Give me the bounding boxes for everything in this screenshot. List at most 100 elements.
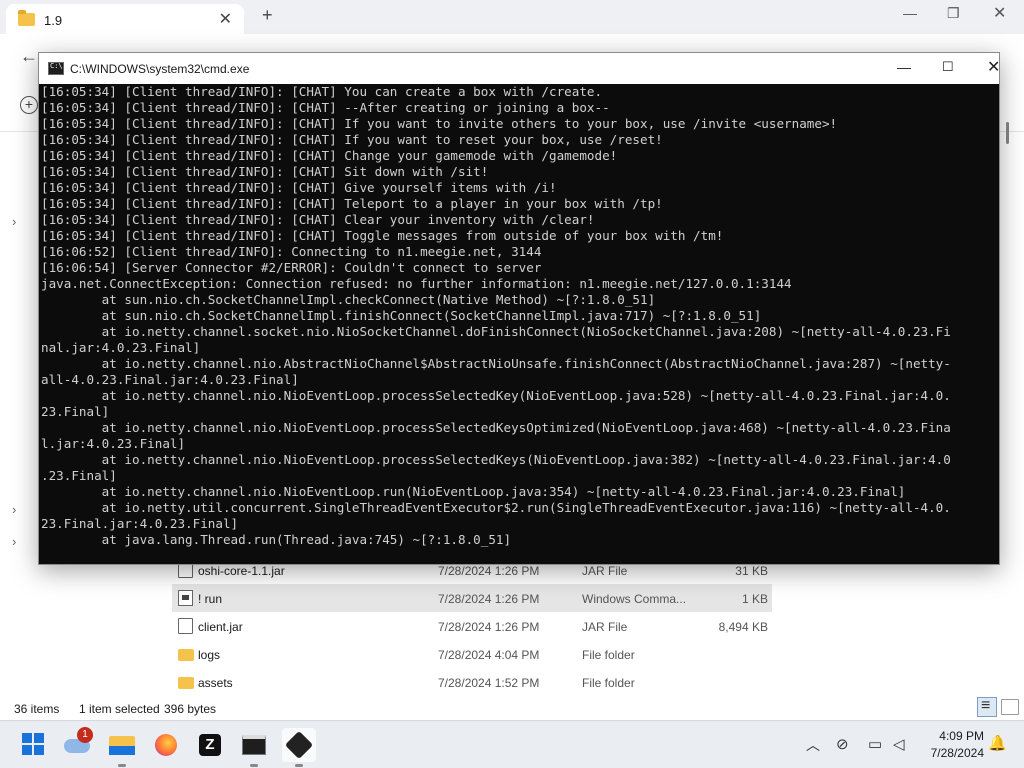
notification-bell-icon[interactable]: 🔔 xyxy=(988,734,1007,752)
console-lines: [16:05:34] [Client thread/INFO]: [CHAT] … xyxy=(41,84,1001,548)
tab-title: 1.9 xyxy=(44,13,63,28)
zed-icon: Z xyxy=(199,734,221,756)
file-date: 7/28/2024 1:26 PM xyxy=(438,592,540,606)
file-type: File folder xyxy=(582,676,635,690)
running-indicator xyxy=(295,764,303,767)
console-line: 23.Final.jar:4.0.23.Final] xyxy=(41,516,239,531)
folder-icon xyxy=(178,677,194,689)
running-indicator xyxy=(118,764,126,767)
file-row-selected[interactable]: ! run 7/28/2024 1:26 PM Windows Comma...… xyxy=(172,584,772,612)
folder-icon xyxy=(178,649,194,661)
tiles-view-button[interactable] xyxy=(1001,699,1019,715)
console-line: [16:05:34] [Client thread/INFO]: [CHAT] … xyxy=(41,148,618,163)
console-line: [16:05:34] [Client thread/INFO]: [CHAT] … xyxy=(41,132,663,147)
file-name: oshi-core-1.1.jar xyxy=(198,564,285,578)
display-icon[interactable]: ▭ xyxy=(868,735,882,753)
file-type: Windows Comma... xyxy=(582,592,687,606)
firefox-icon xyxy=(155,734,177,756)
new-tab-button[interactable]: + xyxy=(262,5,273,26)
widgets-button[interactable]: 1 xyxy=(62,727,94,761)
file-type: File folder xyxy=(582,648,635,662)
console-line: [16:06:52] [Client thread/INFO]: Connect… xyxy=(41,244,542,259)
running-indicator xyxy=(250,764,258,767)
console-line: .23.Final] xyxy=(41,468,117,483)
console-line: [16:05:34] [Client thread/INFO]: [CHAT] … xyxy=(41,180,557,195)
chevron-right-icon[interactable]: › xyxy=(12,214,16,229)
maximize-button[interactable]: ❐ xyxy=(947,5,960,22)
volume-muted-icon[interactable]: ◁ xyxy=(893,735,905,753)
console-line: at io.netty.channel.nio.NioEventLoop.run… xyxy=(41,484,906,499)
console-line: l.jar:4.0.23.Final] xyxy=(41,436,186,451)
network-icon[interactable]: ⊘ xyxy=(836,735,849,753)
windows-logo-icon xyxy=(22,745,32,755)
console-line: all-4.0.23.Final.jar:4.0.23.Final] xyxy=(41,372,299,387)
console-line: at io.netty.channel.nio.NioEventLoop.pro… xyxy=(41,420,951,435)
file-row[interactable]: client.jar 7/28/2024 1:26 PM JAR File 8,… xyxy=(172,612,772,640)
file-date: 7/28/2024 1:26 PM xyxy=(438,620,540,634)
console-line: nal.jar:4.0.23.Final] xyxy=(41,340,201,355)
file-date: 7/28/2024 1:52 PM xyxy=(438,676,540,690)
file-name: assets xyxy=(198,676,233,690)
back-arrow-icon[interactable]: ← xyxy=(20,46,38,67)
console-line: [16:05:34] [Client thread/INFO]: [CHAT] … xyxy=(41,84,603,99)
file-date: 7/28/2024 1:26 PM xyxy=(438,564,540,578)
chevron-right-icon[interactable]: › xyxy=(12,534,16,549)
firefox-taskbar-button[interactable] xyxy=(150,729,182,761)
file-type: JAR File xyxy=(582,564,628,578)
terminal-taskbar-button[interactable] xyxy=(238,729,270,761)
file-size: 8,494 KB xyxy=(718,620,768,634)
file-name: logs xyxy=(198,648,221,662)
file-explorer-taskbar-button[interactable] xyxy=(106,729,138,761)
clock-time[interactable]: 4:09 PM xyxy=(920,729,984,743)
zed-taskbar-button[interactable]: Z xyxy=(194,729,226,761)
file-row[interactable]: logs 7/28/2024 4:04 PM File folder xyxy=(172,640,772,668)
start-button[interactable] xyxy=(18,729,50,761)
scrollbar-thumb[interactable] xyxy=(1006,122,1009,144)
minimize-button[interactable]: — xyxy=(903,5,917,21)
terminal-icon xyxy=(242,735,266,755)
windows-logo-icon xyxy=(22,733,32,743)
console-line: [16:05:34] [Client thread/INFO]: [CHAT] … xyxy=(41,116,838,131)
console-line: java.net.ConnectException: Connection re… xyxy=(41,276,792,291)
console-output[interactable]: [16:05:34] [Client thread/INFO]: [CHAT] … xyxy=(39,84,1001,564)
windows-logo-icon xyxy=(34,733,44,743)
console-line: [16:06:54] [Server Connector #2/ERROR]: … xyxy=(41,260,542,275)
explorer-scrollbar[interactable] xyxy=(1003,84,1015,680)
console-line: [16:05:34] [Client thread/INFO]: [CHAT] … xyxy=(41,212,595,227)
console-line: at io.netty.channel.nio.NioEventLoop.pro… xyxy=(41,452,951,467)
chevron-right-icon[interactable]: › xyxy=(12,502,16,517)
folder-icon xyxy=(18,10,35,26)
app-icon xyxy=(284,730,314,760)
tab-close-icon[interactable]: ✕ xyxy=(219,9,232,29)
console-line: [16:05:34] [Client thread/INFO]: [CHAT] … xyxy=(41,228,724,243)
file-type: JAR File xyxy=(582,620,628,634)
terminal-icon xyxy=(48,62,64,75)
tab-folder-1-9[interactable]: 1.9 ✕ xyxy=(6,4,244,34)
chevron-up-icon[interactable]: ︿ xyxy=(806,735,820,755)
notification-badge: 1 xyxy=(77,727,93,743)
new-item-icon[interactable]: + xyxy=(20,96,38,114)
selection-size: 396 bytes xyxy=(164,702,217,716)
console-line: [16:05:34] [Client thread/INFO]: [CHAT] … xyxy=(41,196,663,211)
console-line: at io.netty.channel.socket.nio.NioSocket… xyxy=(41,324,951,339)
console-line: at io.netty.channel.nio.AbstractNioChann… xyxy=(41,356,951,371)
file-row[interactable]: assets 7/28/2024 1:52 PM File folder xyxy=(172,668,772,696)
close-button[interactable]: ✕ xyxy=(987,57,1000,77)
taskbar: 1 Z ︿ ⊘ ▭ ◁ 4:09 PM 7/28/2024 🔔 xyxy=(0,720,1024,768)
explorer-title-bar: 1.9 ✕ + — ❐ ✕ xyxy=(0,0,1024,34)
minimize-button[interactable]: — xyxy=(897,59,911,75)
game-launcher-taskbar-button[interactable] xyxy=(282,728,316,762)
console-line: at sun.nio.ch.SocketChannelImpl.finishCo… xyxy=(41,308,762,323)
cmd-title: C:\WINDOWS\system32\cmd.exe xyxy=(70,62,250,76)
file-name: ! run xyxy=(198,592,223,606)
console-line: at io.netty.util.concurrent.SingleThread… xyxy=(41,500,951,515)
document-icon xyxy=(178,618,193,634)
cmd-title-bar[interactable]: C:\WINDOWS\system32\cmd.exe — ☐ ✕ xyxy=(39,53,1000,84)
maximize-button[interactable]: ☐ xyxy=(942,59,954,75)
file-size: 1 KB xyxy=(741,592,768,606)
close-button[interactable]: ✕ xyxy=(993,3,1006,23)
details-view-button[interactable] xyxy=(977,697,997,717)
folder-icon xyxy=(109,736,135,755)
console-line: at io.netty.channel.nio.NioEventLoop.pro… xyxy=(41,388,951,403)
clock-date[interactable]: 7/28/2024 xyxy=(920,746,984,760)
